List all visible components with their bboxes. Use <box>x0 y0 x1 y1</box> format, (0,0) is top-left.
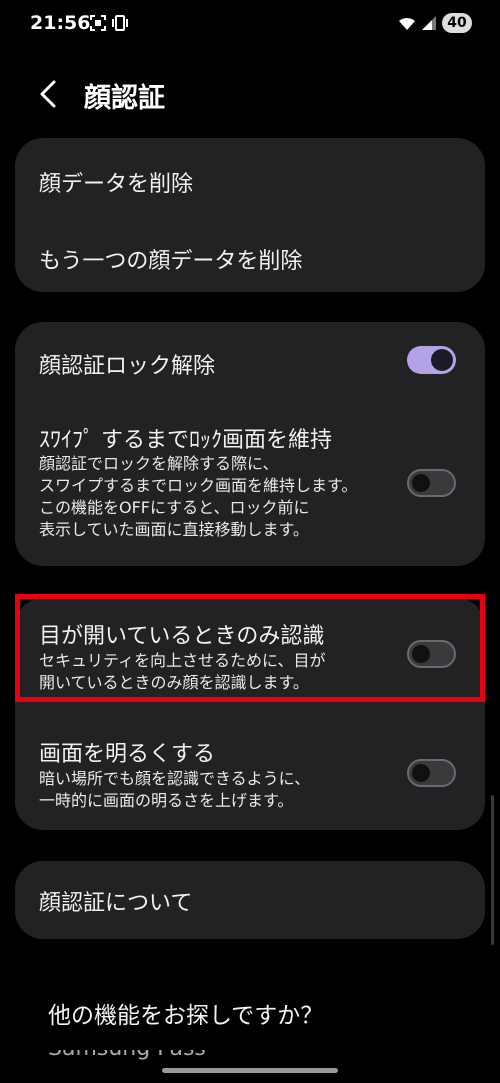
stay-on-lock-screen-toggle[interactable] <box>407 469 456 497</box>
face-unlock-title[interactable]: 顔認証ロック解除 <box>39 348 215 380</box>
delete-data-card: 顔データを削除 もう一つの顔データを削除 <box>15 138 485 292</box>
home-indicator[interactable] <box>162 1068 338 1073</box>
lock-settings-card: 顔認証ロック解除 ｽﾜｲﾌﾟ するまでﾛｯｸ画面を維持 顔認証でロックを解除する… <box>15 322 485 566</box>
toggle-knob <box>431 349 453 371</box>
related-link-partial[interactable]: Samsung Pass <box>48 1050 228 1060</box>
status-bar: 21:56 40 <box>0 0 500 48</box>
about-face-recognition-item[interactable]: 顔認証について <box>39 885 192 917</box>
screenshot-icon <box>90 15 106 31</box>
looking-for-more-heading: 他の機能をお探しですか？ <box>48 1003 324 1029</box>
toggle-knob <box>412 474 430 492</box>
stay-on-lock-screen-desc: 顔認証でロックを解除する際に、 スワイプするまでロック画面を維持します。 この機… <box>39 454 358 539</box>
stay-on-lock-screen-title[interactable]: ｽﾜｲﾌﾟ するまでﾛｯｸ画面を維持 <box>39 422 332 454</box>
page-title: 顔認証 <box>84 83 165 114</box>
status-time: 21:56 <box>30 12 91 34</box>
signal-icon <box>422 16 436 30</box>
brighten-screen-desc: 暗い場所でも顔を認識できるように、 一時的に画面の明るさを上げます。 <box>39 769 311 810</box>
highlight-box <box>15 594 485 702</box>
delete-other-face-data-item[interactable]: もう一つの顔データを削除 <box>39 243 302 275</box>
toggle-knob <box>412 764 430 782</box>
battery-indicator: 40 <box>442 13 472 33</box>
wifi-icon <box>399 17 415 30</box>
scrollbar[interactable] <box>491 795 494 945</box>
face-unlock-toggle[interactable] <box>407 346 456 374</box>
brighten-screen-title[interactable]: 画面を明るくする <box>39 736 215 768</box>
brighten-screen-toggle[interactable] <box>407 759 456 787</box>
delete-face-data-item[interactable]: 顔データを削除 <box>39 166 193 198</box>
back-button[interactable] <box>36 78 62 110</box>
vibrate-icon <box>112 15 128 31</box>
about-card: 顔認証について <box>15 861 485 939</box>
